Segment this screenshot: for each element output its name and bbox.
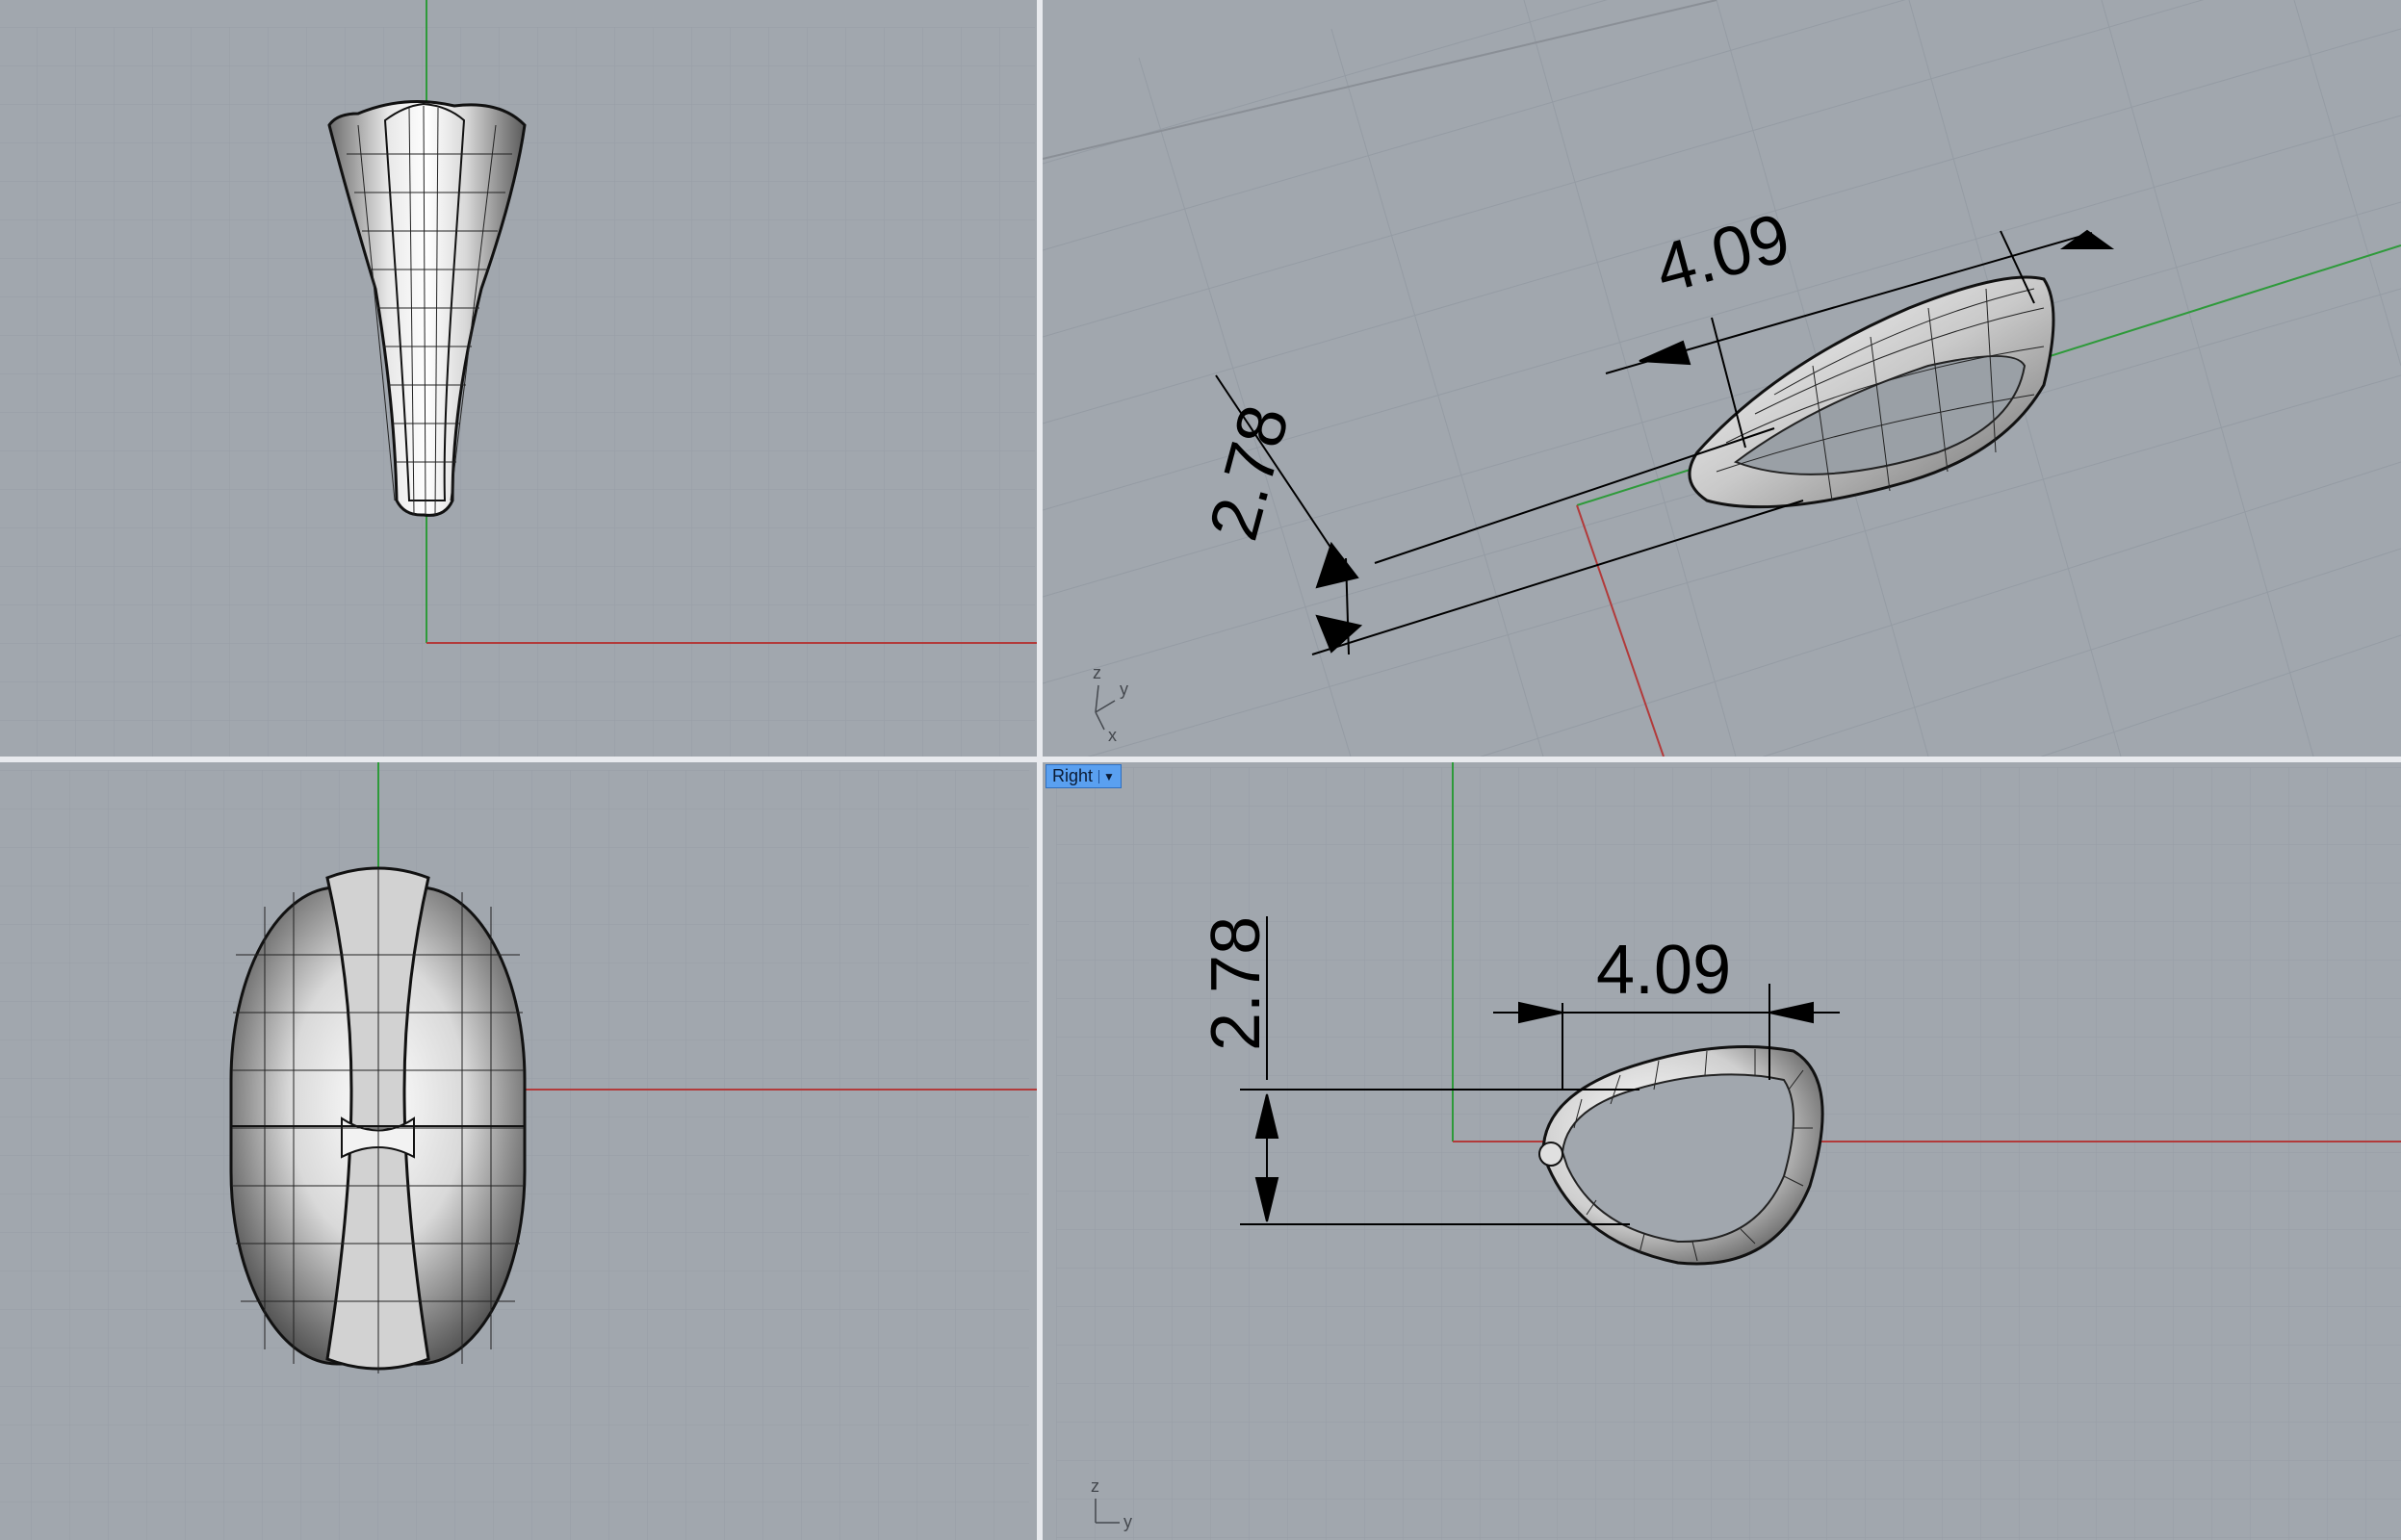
viewport-right[interactable]: 4.09 2.78 z y Right ▼ — [1043, 762, 2401, 1540]
ring-front-shape — [229, 866, 527, 1373]
right-axis-y: y — [1123, 1512, 1132, 1531]
persp-axis-x: x — [1108, 726, 1117, 745]
viewport-right-label[interactable]: Right ▼ — [1046, 764, 1122, 788]
perspective-view-scene: 4.09 2.78 z y x — [1043, 0, 2401, 757]
viewport-perspective[interactable]: 4.09 2.78 z y x — [1043, 0, 2401, 757]
viewport-right-title: Right — [1052, 766, 1094, 785]
rhino-workspace: 4.09 2.78 z y x 4.09 2.78 z y Right ▼ — [0, 0, 2401, 1540]
right-view-scene: 4.09 2.78 z y — [1043, 762, 2401, 1540]
viewport-front[interactable] — [0, 762, 1037, 1540]
front-view-scene — [0, 762, 1037, 1540]
persp-axis-z: z — [1093, 663, 1101, 682]
right-dim-height-text: 2.78 — [1198, 916, 1275, 1051]
viewport-divider-horizontal[interactable] — [0, 757, 2401, 762]
right-axis-z: z — [1091, 1476, 1099, 1496]
viewport-top[interactable] — [0, 0, 1037, 757]
chevron-down-icon[interactable]: ▼ — [1098, 769, 1115, 783]
right-dim-width-text: 4.09 — [1596, 932, 1731, 1009]
persp-axis-y: y — [1120, 680, 1128, 699]
top-view-scene — [0, 0, 1037, 757]
viewport-divider-vertical[interactable] — [1037, 0, 1043, 1540]
